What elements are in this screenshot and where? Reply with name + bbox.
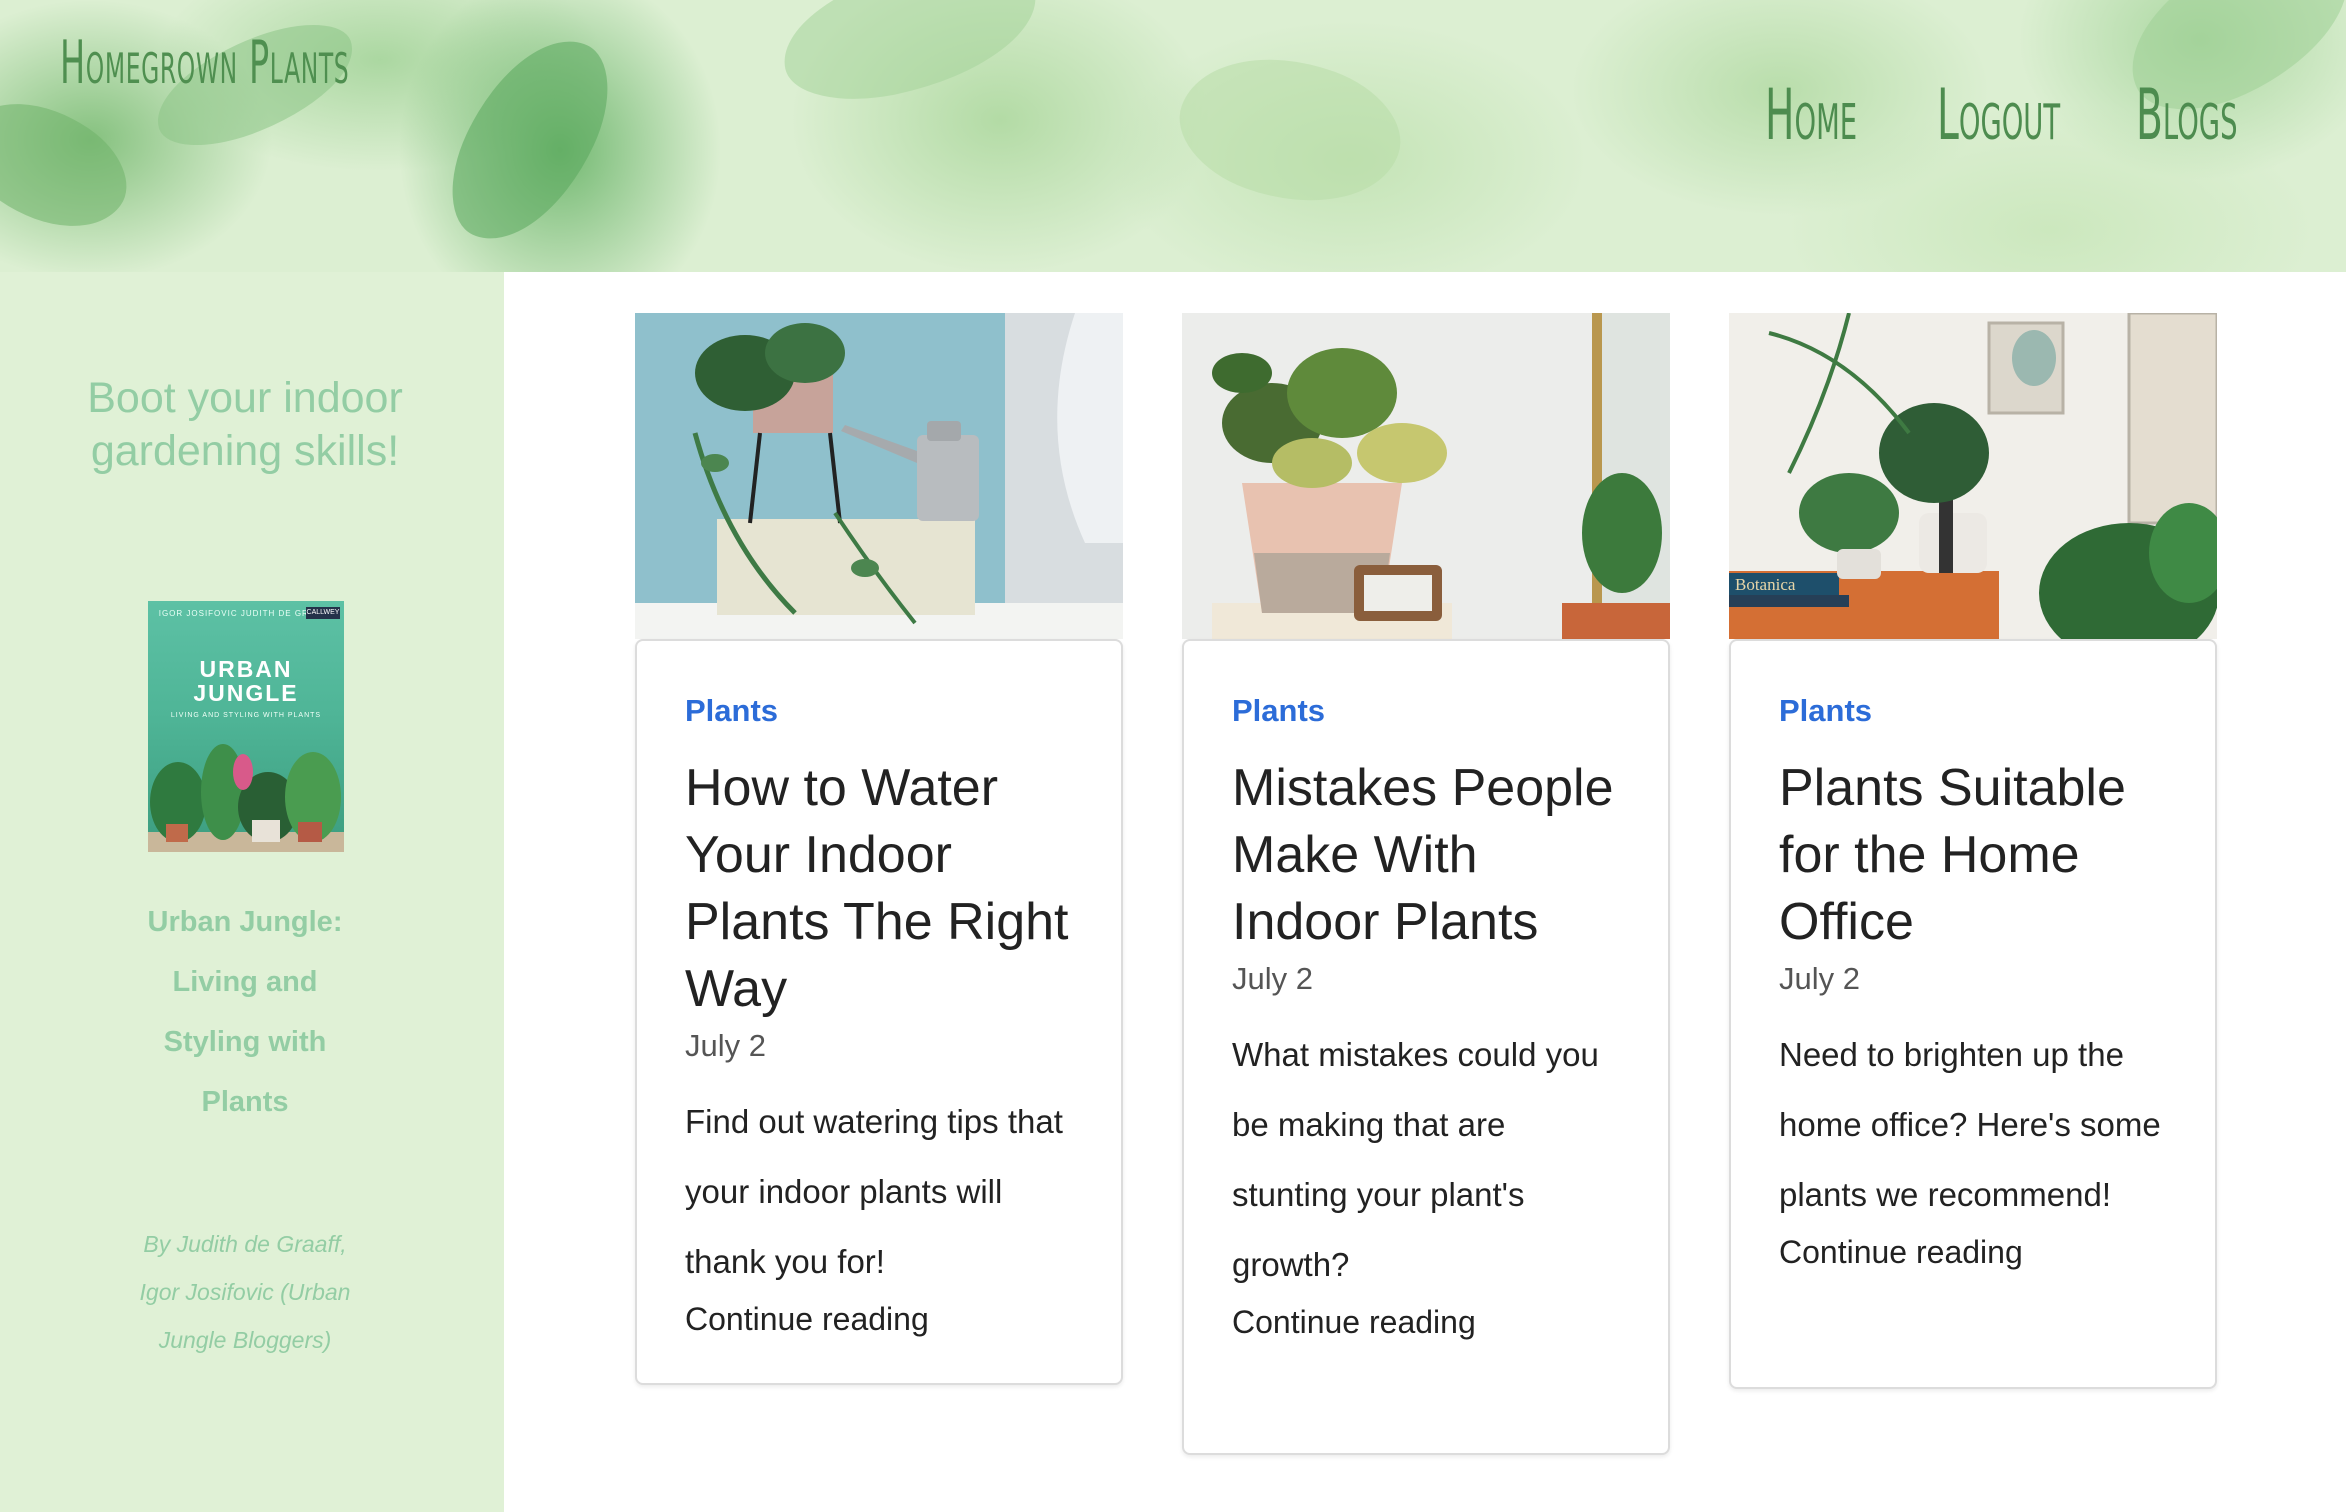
post-category-link[interactable]: Plants <box>1779 691 2167 731</box>
post-image[interactable] <box>635 313 1123 639</box>
continue-reading-link[interactable]: Continue reading <box>685 1297 1073 1341</box>
book-cover-image[interactable]: IGOR JOSIFOVIC JUDITH DE GRAAFF CALLWEY … <box>148 601 344 852</box>
book-spine-label: Botanica <box>1735 575 1796 594</box>
post-category-link[interactable]: Plants <box>1232 691 1620 731</box>
book-cover-publisher: CALLWEY <box>306 607 340 619</box>
post-card-body: Plants How to Water Your Indoor Plants T… <box>635 639 1123 1385</box>
nav-logout-link[interactable]: Logout <box>1937 74 2060 156</box>
home-office-plants-photo: Botanica <box>1729 313 2217 639</box>
book-title[interactable]: Urban Jungle: Living and Styling with Pl… <box>130 892 360 1132</box>
continue-reading-link[interactable]: Continue reading <box>1232 1300 1620 1344</box>
post-card: Plants Mistakes People Make With Indoor … <box>1182 313 1670 1455</box>
post-date: July 2 <box>1232 961 1313 996</box>
book-author: By Judith de Graaff, Igor Josifovic (Urb… <box>139 1231 351 1353</box>
post-date: July 2 <box>685 1028 766 1063</box>
post-card-body: Plants Mistakes People Make With Indoor … <box>1182 639 1670 1455</box>
post-card: Botanica Plants Plants Suitable for the … <box>1729 313 2217 1389</box>
plants-illustration <box>148 744 344 852</box>
post-excerpt: What mistakes could you be making that a… <box>1232 1036 1599 1283</box>
post-title[interactable]: Mistakes People Make With Indoor Plants <box>1232 755 1620 956</box>
post-date: July 2 <box>1779 961 1860 996</box>
site-header: Homegrown Plants Home Logout Blogs <box>0 0 2346 272</box>
promo-heading: Boot your indoor gardening skills! <box>87 374 403 475</box>
post-card-body: Plants Plants Suitable for the Home Offi… <box>1729 639 2217 1389</box>
post-excerpt: Find out watering tips that your indoor … <box>685 1103 1063 1280</box>
continue-reading-link[interactable]: Continue reading <box>1779 1230 2167 1274</box>
post-card: Plants How to Water Your Indoor Plants T… <box>635 313 1123 1385</box>
post-title[interactable]: Plants Suitable for the Home Office <box>1779 755 2167 956</box>
nav-blogs-link[interactable]: Blogs <box>2136 74 2237 156</box>
post-category-link[interactable]: Plants <box>685 691 1073 731</box>
potted-plant-photo <box>1182 313 1670 639</box>
leaf-decoration <box>770 0 1050 116</box>
book-cover-subtitle: LIVING AND STYLING WITH PLANTS <box>170 712 322 719</box>
leaf-decoration <box>0 71 147 259</box>
post-image[interactable]: Botanica <box>1729 313 2217 639</box>
book-cover-title: URBAN JUNGLE <box>193 656 299 706</box>
leaf-decoration <box>429 14 631 266</box>
post-title[interactable]: How to Water Your Indoor Plants The Righ… <box>685 755 1073 1023</box>
site-title[interactable]: Homegrown Plants <box>60 28 349 98</box>
sidebar: Boot your indoor gardening skills! IGOR … <box>0 272 504 1512</box>
leaf-decoration <box>1162 26 1418 234</box>
watering-can-photo <box>635 313 1123 639</box>
post-image[interactable] <box>1182 313 1670 639</box>
post-excerpt: Need to brighten up the home office? Her… <box>1779 1036 2161 1213</box>
nav-home-link[interactable]: Home <box>1765 74 1857 156</box>
